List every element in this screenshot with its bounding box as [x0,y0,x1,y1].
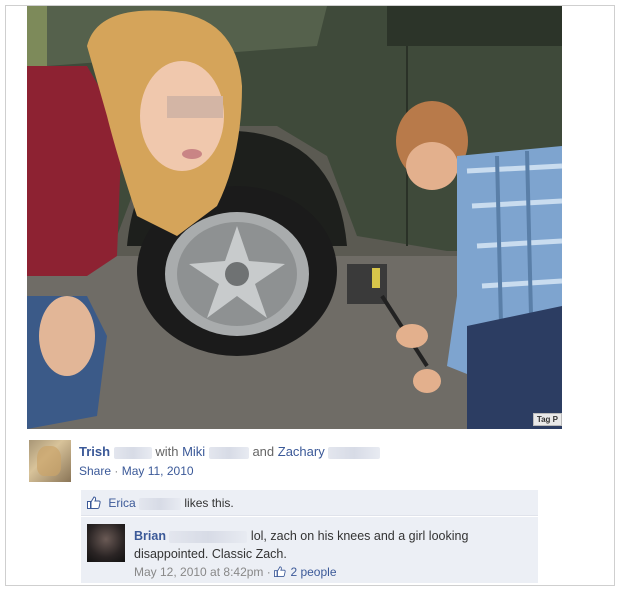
comment-likes-count[interactable]: 2 people [290,565,336,579]
meta-separator: · [114,464,119,478]
liker-name[interactable]: Erica [108,496,135,510]
comment-meta-separator: · [266,565,271,579]
comment-meta: May 12, 2010 at 8:42pm · 2 people [134,565,337,580]
post-photo[interactable]: Tag P [27,6,562,429]
commenter-avatar[interactable] [87,524,125,562]
comment-timestamp[interactable]: May 12, 2010 at 8:42pm [134,565,263,579]
thumbs-up-icon [87,496,101,512]
thumbs-up-small-icon [274,566,286,580]
blurred-surname-2 [208,446,249,459]
comment-text-line1: lol, zach on his knees and a girl lookin… [250,529,469,543]
post-header: Trish with Miki and Zachary Share · May … [27,438,547,486]
author-avatar[interactable] [29,440,71,482]
blurred-commenter-surname [169,530,248,543]
commenter-name[interactable]: Brian [134,529,166,543]
comment-text-line2: disappointed. Classic Zach. [134,547,287,561]
blurred-surname-3 [328,446,381,459]
photo-illustration [27,6,562,429]
blurred-surname [113,446,152,459]
tagged-person-1[interactable]: Miki [182,444,205,459]
likes-box: Erica likes this. [81,490,538,516]
post-meta: Share · May 11, 2010 [79,464,194,478]
blurred-liker-surname [139,498,182,510]
comment-body: Brian lol, zach on his knees and a girl … [134,527,524,563]
share-link[interactable]: Share [79,464,111,478]
with-label: with [155,444,179,459]
tagged-person-2[interactable]: Zachary [278,444,325,459]
post-author-line: Trish with Miki and Zachary [79,444,381,459]
and-label: and [252,444,275,459]
likes-text: likes this. [184,496,234,511]
comment: Brian lol, zach on his knees and a girl … [81,517,538,583]
author-name[interactable]: Trish [79,444,110,459]
post-date[interactable]: May 11, 2010 [122,464,194,478]
tag-photo-button[interactable]: Tag P [532,413,562,426]
